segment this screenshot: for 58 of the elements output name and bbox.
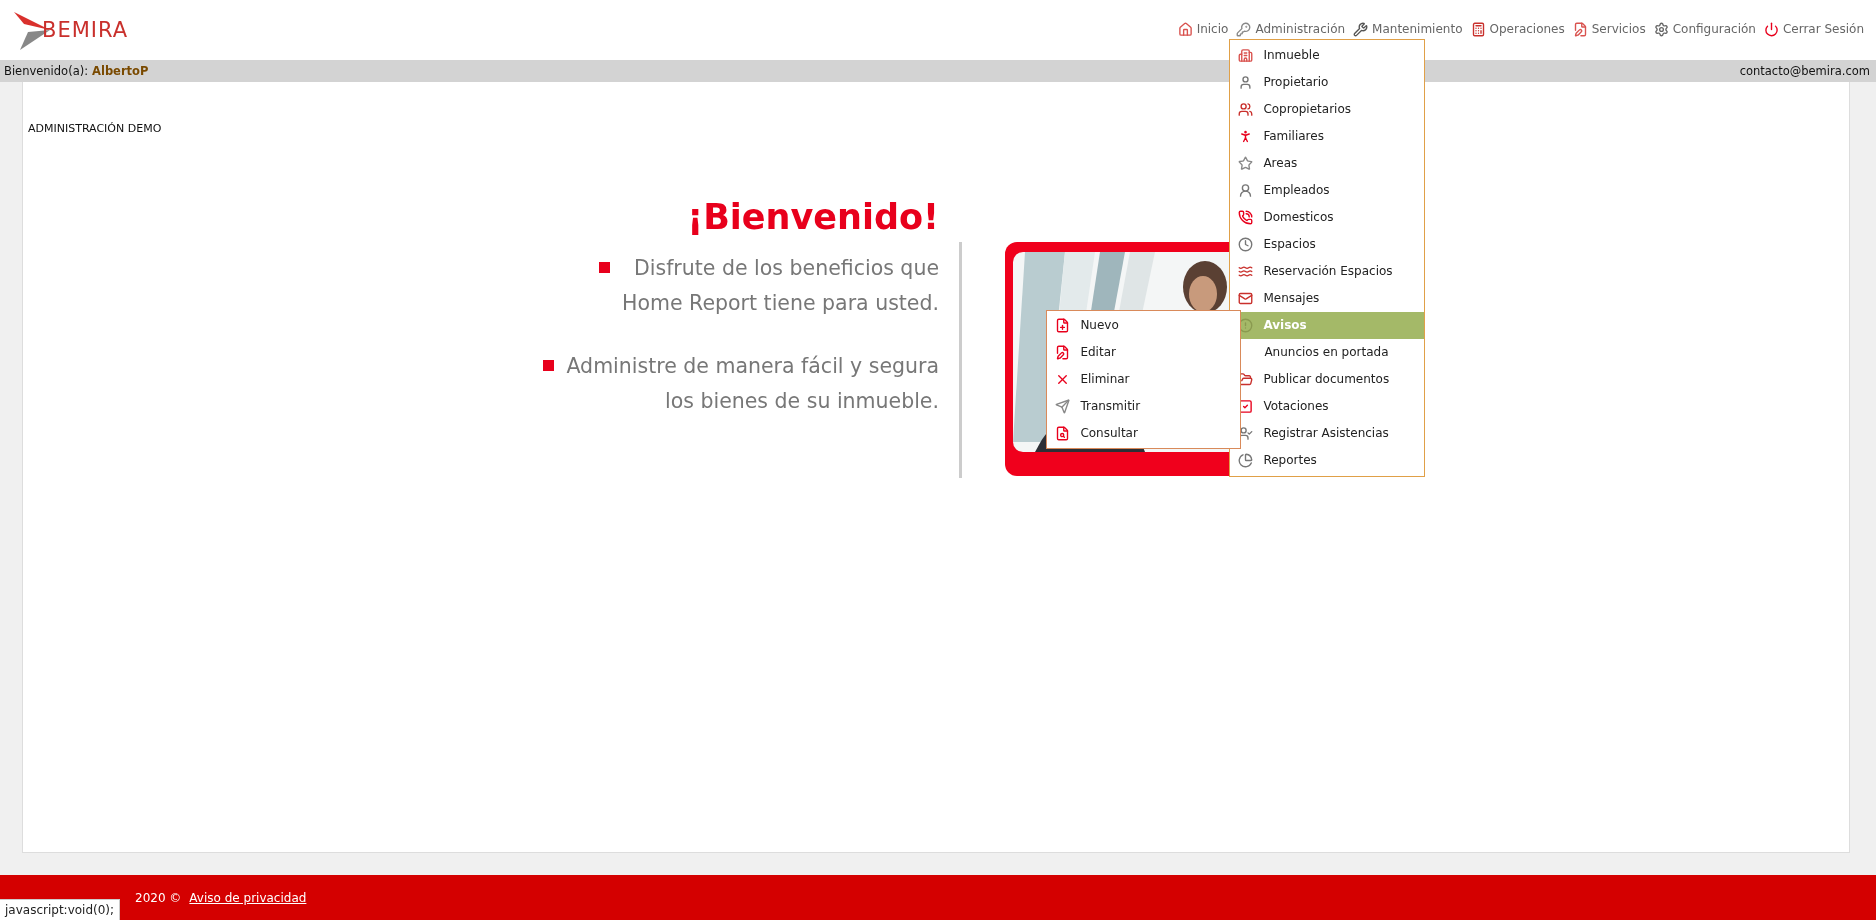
user-icon xyxy=(1238,425,1254,441)
key-icon xyxy=(1236,21,1252,37)
menu-item[interactable]: Mensajes xyxy=(1230,284,1425,312)
nav-link[interactable]: Configuración xyxy=(1653,21,1756,37)
submenu-item[interactable]: Editar xyxy=(1047,338,1241,366)
nav-link[interactable]: Operaciones xyxy=(1470,21,1565,37)
alert-icon xyxy=(1238,317,1254,333)
nav-link[interactable]: Mantenimiento xyxy=(1353,21,1463,37)
menu-item[interactable]: Empleados xyxy=(1230,176,1425,204)
welcome-title: ¡Bienvenido! xyxy=(687,197,939,237)
users-icon xyxy=(1238,101,1254,117)
nav-link[interactable]: Cerrar Sesión xyxy=(1763,21,1864,37)
copyright-text: 2020 © xyxy=(135,890,182,905)
greeting-label: Bienvenido(a): xyxy=(4,64,89,78)
file-edit-icon xyxy=(1055,344,1071,360)
submenu-item[interactable]: Consultar xyxy=(1047,419,1241,447)
power-icon xyxy=(1763,21,1779,37)
logo[interactable]: BEMIRA xyxy=(12,8,129,52)
submenu-item[interactable]: Transmitir xyxy=(1047,392,1241,420)
status-tooltip: javascript:void(0); xyxy=(0,899,121,920)
user-icon xyxy=(1238,74,1254,90)
bullet-square xyxy=(599,262,611,273)
file-search-icon xyxy=(1055,425,1071,441)
settings-icon xyxy=(1653,21,1669,37)
checkbox-icon xyxy=(1238,398,1254,414)
calculator-icon xyxy=(1470,21,1486,37)
bullet-text: Disfrute de los beneficios que Home Report tiene para usted. xyxy=(622,255,939,317)
send-icon xyxy=(1055,398,1071,414)
contact-email: contacto@bemira.com xyxy=(1739,64,1870,78)
menu-item[interactable]: Espacios xyxy=(1230,230,1425,258)
folder-icon xyxy=(1238,371,1254,387)
home-icon xyxy=(1177,21,1193,37)
building-icon xyxy=(1238,47,1254,63)
menu-item[interactable]: Reportes xyxy=(1230,446,1425,474)
nav-link[interactable]: Inicio xyxy=(1177,21,1229,37)
menu-item[interactable]: Areas xyxy=(1230,149,1425,177)
mail-icon xyxy=(1238,290,1254,306)
bullet-text: Administre de manera fácil y segura los bienes de su inmueble. xyxy=(566,353,939,415)
wrench-icon xyxy=(1353,21,1369,37)
menu-item[interactable]: Copropietarios xyxy=(1230,95,1425,123)
bullet-square xyxy=(543,360,555,371)
star-icon xyxy=(1238,155,1254,171)
menu-item[interactable]: Inmueble xyxy=(1230,41,1425,69)
menu-item[interactable]: Domesticos xyxy=(1230,203,1425,231)
clock-icon xyxy=(1238,236,1254,252)
file-plus-icon xyxy=(1055,317,1071,333)
pie-chart-icon xyxy=(1238,452,1254,468)
user-icon xyxy=(1238,182,1254,198)
phone-icon xyxy=(1238,209,1254,225)
user-name: AlbertoP xyxy=(92,64,149,78)
menu-item[interactable]: Familiares xyxy=(1230,122,1425,150)
menu-item[interactable]: Reservación Espacios xyxy=(1230,257,1425,285)
nav-link[interactable]: Servicios xyxy=(1572,21,1646,37)
nav-link[interactable]: Administración xyxy=(1236,21,1346,37)
privacy-link[interactable]: Aviso de privacidad xyxy=(189,890,307,905)
menu-item[interactable]: Propietario xyxy=(1230,68,1425,96)
submenu-item[interactable]: Eliminar xyxy=(1047,365,1241,393)
document-pen-icon xyxy=(1572,21,1588,37)
